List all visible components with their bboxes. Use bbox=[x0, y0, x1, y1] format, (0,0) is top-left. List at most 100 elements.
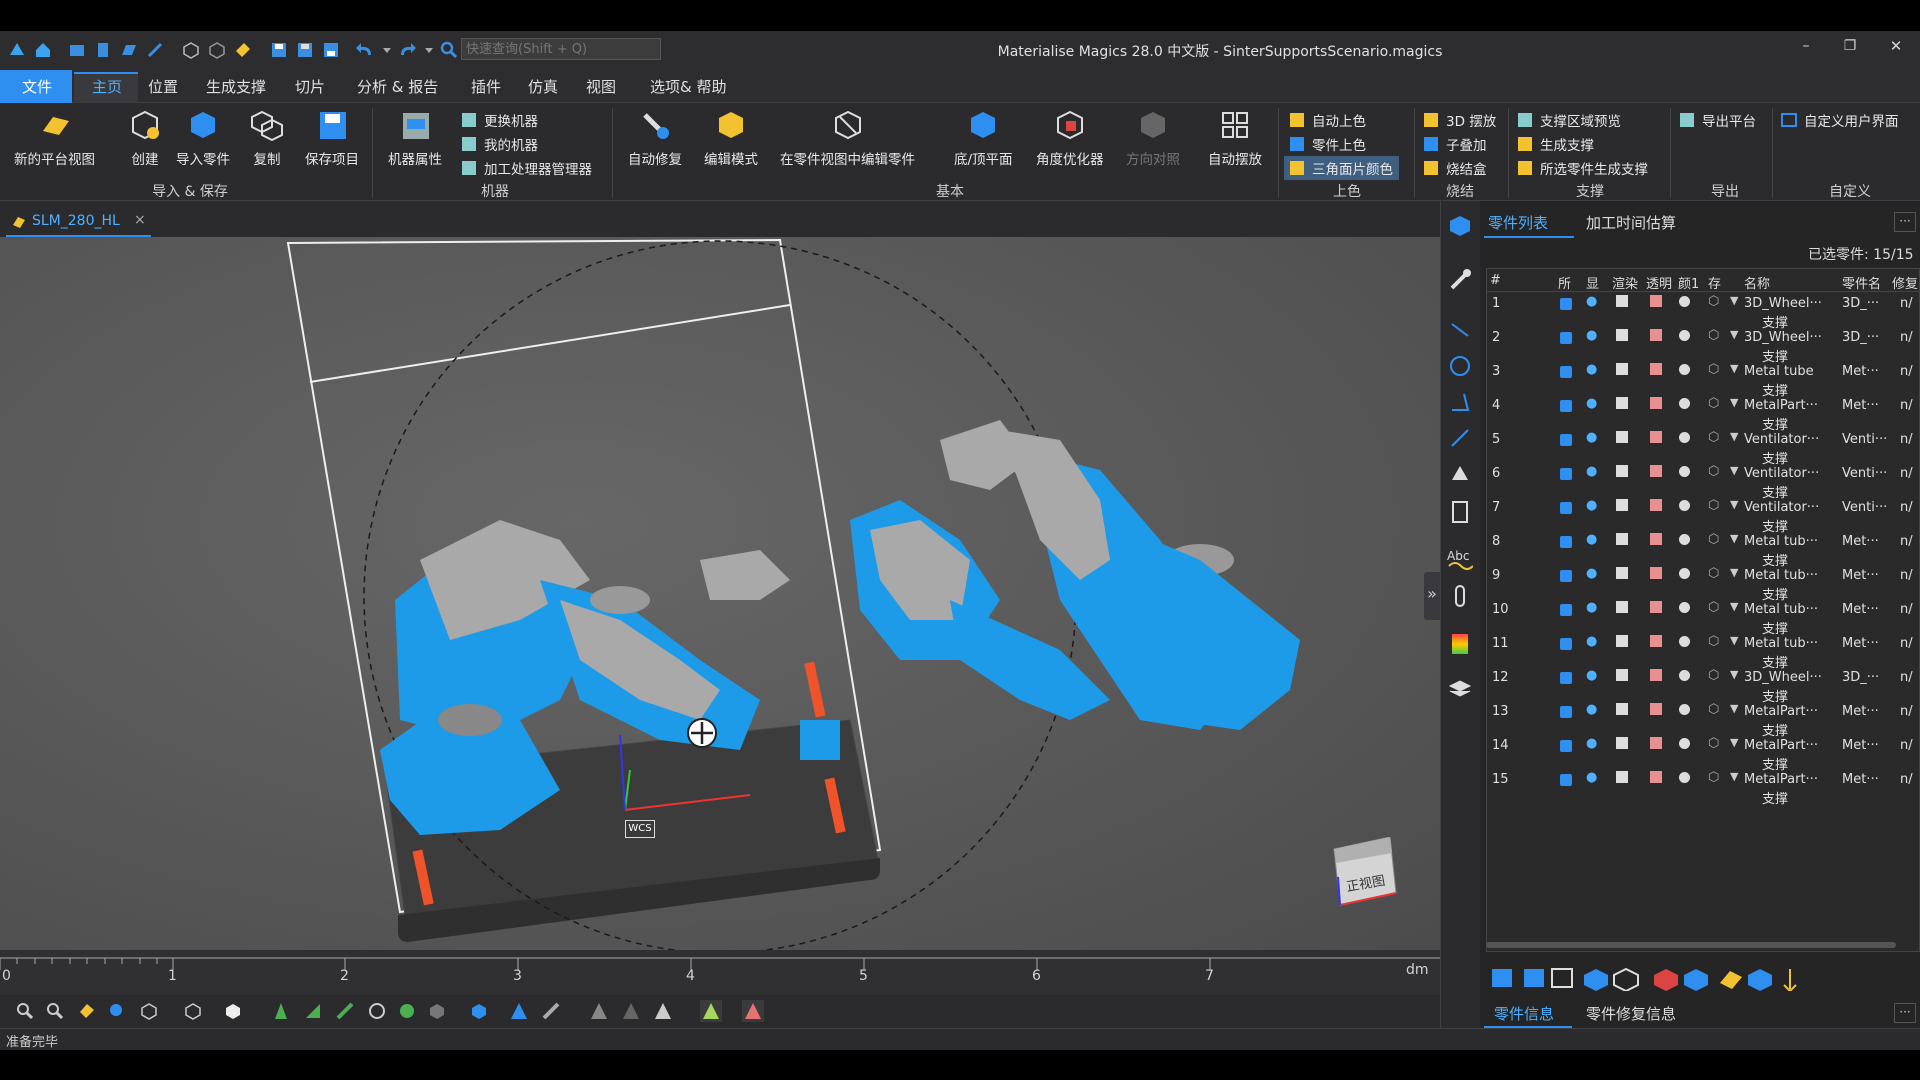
bottom-panel-more-button[interactable]: ··· bbox=[1894, 1003, 1916, 1023]
table-row[interactable]: 4 ● ⬡ ▼ MetalPart··· 支撑 Met··· n/ bbox=[1486, 396, 1920, 433]
cube-icon[interactable] bbox=[180, 39, 202, 61]
row-select-checkbox[interactable] bbox=[1560, 706, 1572, 718]
render-cube-icon[interactable] bbox=[1616, 737, 1628, 749]
measure-line-icon[interactable] bbox=[1446, 424, 1474, 452]
panel-more-button[interactable]: ··· bbox=[1894, 212, 1916, 232]
render-cube-icon[interactable] bbox=[1616, 295, 1628, 307]
import-icon[interactable] bbox=[144, 39, 166, 61]
zoom-icon[interactable] bbox=[14, 1000, 36, 1022]
save-state-icon[interactable]: ⬡ bbox=[1708, 600, 1719, 615]
change-machine-button[interactable]: 更换机器 bbox=[460, 109, 538, 131]
file-icon[interactable] bbox=[92, 39, 114, 61]
menu-analysis[interactable]: 分析 & 报告 bbox=[357, 76, 438, 98]
eye-icon[interactable]: ● bbox=[1586, 668, 1597, 683]
table-row[interactable]: 5 ● ⬡ ▼ Ventilator··· 支撑 Venti··· n/ bbox=[1486, 430, 1920, 467]
zoom-fit-icon[interactable] bbox=[44, 1000, 66, 1022]
save-state-icon[interactable]: ⬡ bbox=[1708, 634, 1719, 649]
row-select-checkbox[interactable] bbox=[1560, 604, 1572, 616]
row-select-checkbox[interactable] bbox=[1560, 502, 1572, 514]
zoom-part-icon[interactable] bbox=[106, 1000, 128, 1022]
tab-part-info[interactable]: 零件信息 bbox=[1494, 1003, 1554, 1024]
transparency-icon[interactable] bbox=[1650, 601, 1662, 613]
3d-nesting-button[interactable]: 3D 摆放 bbox=[1422, 109, 1496, 131]
scene-canvas[interactable] bbox=[0, 237, 1440, 950]
header-color[interactable]: 颜1 bbox=[1678, 273, 1702, 292]
header-select[interactable]: 所 bbox=[1558, 273, 1571, 292]
triangle-light-icon[interactable] bbox=[652, 1000, 674, 1022]
measure-points-icon[interactable] bbox=[1446, 316, 1474, 344]
doc-tab-close-button[interactable]: × bbox=[134, 212, 146, 228]
table-row[interactable]: 15 ● ⬡ ▼ MetalPart··· 支撑 Met··· n/ bbox=[1486, 770, 1920, 807]
save-all-icon[interactable] bbox=[320, 39, 342, 61]
save-state-icon[interactable]: ⬡ bbox=[1708, 430, 1719, 445]
measure-circle-icon[interactable] bbox=[1446, 352, 1474, 380]
transparency-icon[interactable] bbox=[1650, 431, 1662, 443]
eye-icon[interactable]: ● bbox=[1586, 464, 1597, 479]
row-select-checkbox[interactable] bbox=[1560, 774, 1572, 786]
eye-icon[interactable]: ● bbox=[1586, 634, 1597, 649]
chevron-down-icon[interactable]: ▼ bbox=[1730, 668, 1738, 681]
bottom-top-plane-button[interactable]: 底/顶平面 bbox=[954, 108, 1013, 168]
edit-in-part-view-button[interactable]: 在零件视图中编辑零件 bbox=[780, 108, 915, 168]
angle-optimizer-button[interactable]: 角度优化器 bbox=[1036, 108, 1104, 168]
color-dot-icon[interactable] bbox=[1679, 636, 1690, 647]
layers-icon[interactable] bbox=[1446, 676, 1474, 704]
save-state-icon[interactable]: ⬡ bbox=[1708, 498, 1719, 513]
row-select-checkbox[interactable] bbox=[1560, 400, 1572, 412]
color-dot-icon[interactable] bbox=[1679, 704, 1690, 715]
panel-expand-button[interactable]: » bbox=[1424, 572, 1440, 620]
save-state-icon[interactable]: ⬡ bbox=[1708, 362, 1719, 377]
shading-icon[interactable] bbox=[222, 1000, 244, 1022]
header-fix[interactable]: 修复 bbox=[1892, 273, 1920, 292]
table-row[interactable]: 10 ● ⬡ ▼ Metal tub··· 支撑 Met··· n/ bbox=[1486, 600, 1920, 637]
triangle-select-icon[interactable] bbox=[508, 1000, 530, 1022]
table-row[interactable]: 14 ● ⬡ ▼ MetalPart··· 支撑 Met··· n/ bbox=[1486, 736, 1920, 773]
color-gradient-icon[interactable] bbox=[1446, 630, 1474, 658]
chevron-down-icon[interactable]: ▼ bbox=[1730, 770, 1738, 783]
eye-icon[interactable]: ● bbox=[1586, 328, 1597, 343]
measure-icon[interactable] bbox=[334, 1000, 356, 1022]
render-cube-icon[interactable] bbox=[1616, 703, 1628, 715]
transparency-icon[interactable] bbox=[1650, 669, 1662, 681]
eye-icon[interactable]: ● bbox=[1586, 362, 1597, 377]
sinter-box-button[interactable]: 烧结盒 bbox=[1422, 157, 1487, 179]
save-state-icon[interactable]: ⬡ bbox=[1708, 396, 1719, 411]
arrow-green-icon[interactable] bbox=[270, 1000, 292, 1022]
render-cube-icon[interactable] bbox=[1616, 771, 1628, 783]
orientation-compare-button[interactable]: 方向对照 bbox=[1126, 108, 1180, 168]
row-select-checkbox[interactable] bbox=[1560, 434, 1572, 446]
table-row[interactable]: 3 ● ⬡ ▼ Metal tube 支撑 Met··· n/ bbox=[1486, 362, 1920, 399]
cube-grid-icon[interactable] bbox=[426, 1000, 448, 1022]
color-dot-icon[interactable] bbox=[1679, 534, 1690, 545]
chevron-down-icon[interactable]: ▼ bbox=[1730, 702, 1738, 715]
minimize-button[interactable]: – bbox=[1796, 38, 1816, 54]
auto-fix-button[interactable]: 自动修复 bbox=[628, 108, 682, 168]
view-front-icon[interactable] bbox=[182, 1000, 204, 1022]
header-transparent[interactable]: 透明 bbox=[1646, 273, 1672, 292]
render-cube-icon[interactable] bbox=[1616, 431, 1628, 443]
chevron-down-icon[interactable]: ▼ bbox=[1730, 736, 1738, 749]
save-state-icon[interactable]: ⬡ bbox=[1708, 736, 1719, 751]
header-part-name[interactable]: 零件名 bbox=[1842, 273, 1888, 292]
header-name[interactable]: 名称 bbox=[1744, 273, 1770, 292]
text-abc-icon[interactable]: Abc bbox=[1446, 544, 1474, 572]
transparency-icon[interactable] bbox=[1650, 295, 1662, 307]
chevron-down-icon[interactable]: ▼ bbox=[1730, 532, 1738, 545]
document-icon[interactable] bbox=[1446, 498, 1474, 526]
tab-part-repair-info[interactable]: 零件修复信息 bbox=[1586, 1003, 1676, 1024]
triangle-multicolor-icon[interactable] bbox=[742, 1000, 764, 1022]
render-cube-icon[interactable] bbox=[1616, 533, 1628, 545]
view-cube[interactable]: 正视图 bbox=[1330, 836, 1402, 917]
table-row[interactable]: 11 ● ⬡ ▼ Metal tub··· 支撑 Met··· n/ bbox=[1486, 634, 1920, 671]
save-state-icon[interactable]: ⬡ bbox=[1708, 328, 1719, 343]
color-dot-icon[interactable] bbox=[1679, 296, 1690, 307]
triangle-outline-icon[interactable] bbox=[588, 1000, 610, 1022]
redo-dropdown-icon[interactable] bbox=[418, 39, 440, 61]
menu-home[interactable]: 主页 bbox=[92, 76, 122, 98]
header-render[interactable]: 渲染 bbox=[1612, 273, 1638, 292]
render-cube-icon[interactable] bbox=[1616, 635, 1628, 647]
save-icon[interactable] bbox=[268, 39, 290, 61]
menu-options-help[interactable]: 选项& 帮助 bbox=[650, 76, 726, 98]
table-row[interactable]: 9 ● ⬡ ▼ Metal tub··· 支撑 Met··· n/ bbox=[1486, 566, 1920, 603]
copy-button[interactable]: 复制 bbox=[250, 108, 284, 168]
